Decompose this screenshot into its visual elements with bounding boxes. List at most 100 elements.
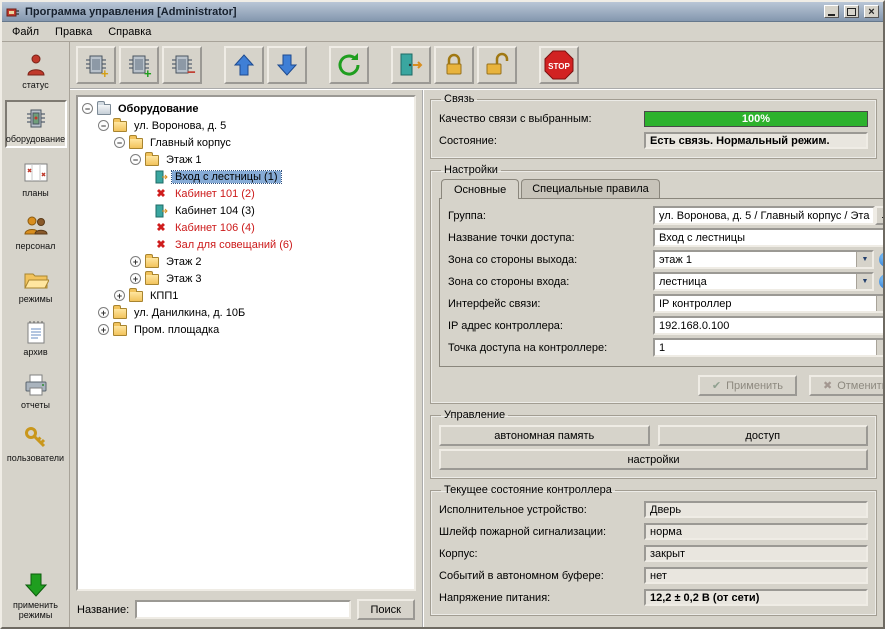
- tree-item[interactable]: Этаж 3: [80, 270, 412, 287]
- tree-expand-handle[interactable]: [114, 290, 125, 301]
- tree-item[interactable]: Пром. площадка: [80, 321, 412, 338]
- title-bar[interactable]: Программа управления [Administrator]: [2, 2, 883, 22]
- refresh-button[interactable]: [329, 46, 369, 84]
- tree-item[interactable]: Оборудование: [80, 100, 412, 117]
- tree-item[interactable]: КПП1: [80, 287, 412, 304]
- tree-item[interactable]: Зал для совещаний (6): [80, 236, 412, 253]
- connection-group: Связь Качество связи с выбранным: 100% С…: [430, 93, 877, 159]
- search-input[interactable]: [135, 600, 350, 619]
- tab-special-rules[interactable]: Специальные правила: [521, 179, 660, 198]
- tree-item[interactable]: ул. Воронова, д. 5: [80, 117, 412, 134]
- folder-icon: [113, 308, 127, 319]
- sidebar-item-label: отчеты: [6, 400, 66, 410]
- restore-button[interactable]: [844, 5, 859, 18]
- tab-main[interactable]: Основные: [441, 179, 519, 199]
- sidebar-item-label: режимы: [6, 294, 66, 304]
- settings-tab-panel: Группа: ул. Воронова, д. 5 / Главный кор…: [439, 198, 883, 367]
- search-button[interactable]: Поиск: [357, 599, 415, 620]
- help-icon[interactable]: [879, 252, 883, 267]
- tree-expand-handle[interactable]: [98, 307, 109, 318]
- lock-button[interactable]: [434, 46, 474, 84]
- controller-point-select[interactable]: 1: [653, 338, 883, 357]
- printer-icon: [21, 371, 51, 399]
- sidebar-item-reports[interactable]: отчеты: [5, 367, 67, 413]
- ip-address-field[interactable]: 192.168.0.100: [653, 316, 883, 335]
- tree-item-selected[interactable]: Вход с лестницы (1): [80, 168, 412, 185]
- tree-collapse-handle[interactable]: [82, 103, 93, 114]
- tree-item-label: КПП1: [147, 290, 181, 302]
- menu-file[interactable]: Файл: [4, 24, 47, 40]
- chevron-down-icon[interactable]: [856, 274, 872, 289]
- help-icon[interactable]: [879, 274, 883, 289]
- sidebar-item-users[interactable]: пользователи: [5, 420, 67, 466]
- sidebar: статус оборудование планы персонал: [2, 42, 70, 627]
- unlock-button[interactable]: [477, 46, 517, 84]
- interface-label: Интерфейс связи:: [448, 298, 653, 310]
- sidebar-item-equipment[interactable]: оборудование: [5, 100, 67, 148]
- door-icon: [154, 204, 168, 218]
- sidebar-item-plans[interactable]: планы: [5, 155, 67, 201]
- state-row-label: Напряжение питания:: [439, 592, 644, 604]
- close-button[interactable]: [864, 5, 879, 18]
- map-icon: [21, 159, 51, 187]
- tree-item[interactable]: Главный корпус: [80, 134, 412, 151]
- toolbar: + + −: [70, 42, 883, 90]
- zone-enter-select[interactable]: лестница: [653, 272, 874, 291]
- tree-item[interactable]: Кабинет 106 (4): [80, 219, 412, 236]
- add-child-button[interactable]: +: [119, 46, 159, 84]
- stop-label: STOP: [548, 62, 570, 71]
- tree-collapse-handle[interactable]: [130, 154, 141, 165]
- access-point-name-field[interactable]: Вход с лестницы: [653, 228, 883, 247]
- tree-collapse-handle[interactable]: [114, 137, 125, 148]
- tree-item-label: Этаж 2: [163, 256, 204, 268]
- folder-icon: [113, 121, 127, 132]
- sidebar-item-status[interactable]: статус: [5, 47, 67, 93]
- group-field[interactable]: ул. Воронова, д. 5 / Главный корпус / Эт…: [653, 206, 875, 225]
- cancel-button[interactable]: Отменить: [809, 375, 883, 396]
- sidebar-item-label: планы: [6, 188, 66, 198]
- tree-item-label: Кабинет 101 (2): [172, 188, 258, 200]
- chevron-down-icon[interactable]: [876, 296, 883, 311]
- move-down-button[interactable]: [267, 46, 307, 84]
- tree-item[interactable]: Этаж 2: [80, 253, 412, 270]
- menu-edit[interactable]: Правка: [47, 24, 100, 40]
- tree-expand-handle[interactable]: [130, 256, 141, 267]
- add-button[interactable]: +: [76, 46, 116, 84]
- connection-group-title: Связь: [441, 93, 477, 105]
- stop-button[interactable]: STOP: [539, 46, 579, 84]
- tree-expand-handle[interactable]: [130, 273, 141, 284]
- chevron-down-icon[interactable]: [876, 340, 883, 355]
- interface-select[interactable]: IP контроллер: [653, 294, 883, 313]
- tree-item-label: Этаж 3: [163, 273, 204, 285]
- state-label: Состояние:: [439, 135, 644, 147]
- sidebar-item-modes[interactable]: режимы: [5, 261, 67, 307]
- sidebar-item-label: применить режимы: [6, 600, 66, 620]
- remove-button[interactable]: −: [162, 46, 202, 84]
- tree-item[interactable]: Кабинет 104 (3): [80, 202, 412, 219]
- zone-exit-select[interactable]: этаж 1: [653, 250, 874, 269]
- settings-button[interactable]: настройки: [439, 449, 868, 470]
- menu-help[interactable]: Справка: [100, 24, 159, 40]
- sidebar-item-archive[interactable]: архив: [5, 314, 67, 360]
- point-label: Точка доступа на контроллере:: [448, 342, 653, 354]
- equipment-tree[interactable]: Оборудование ул. Воронова, д. 5 Главный …: [76, 95, 416, 591]
- door-control-button[interactable]: [391, 46, 431, 84]
- browse-button[interactable]: ...: [875, 206, 883, 225]
- move-up-button[interactable]: [224, 46, 264, 84]
- sidebar-item-personnel[interactable]: персонал: [5, 208, 67, 254]
- chevron-down-icon[interactable]: [856, 252, 872, 267]
- zone-enter-label: Зона со стороны входа:: [448, 276, 653, 288]
- tree-expand-handle[interactable]: [98, 324, 109, 335]
- access-button[interactable]: доступ: [658, 425, 869, 446]
- tree-item[interactable]: Кабинет 101 (2): [80, 185, 412, 202]
- autonomous-memory-button[interactable]: автономная память: [439, 425, 650, 446]
- tree-item[interactable]: ул. Данилкина, д. 10Б: [80, 304, 412, 321]
- sidebar-item-label: статус: [6, 80, 66, 90]
- tree-item-label: Зал для совещаний (6): [172, 239, 296, 251]
- tree-item[interactable]: Этаж 1: [80, 151, 412, 168]
- tree-collapse-handle[interactable]: [98, 120, 109, 131]
- sidebar-item-apply-modes[interactable]: применить режимы: [5, 567, 67, 623]
- link-quality-value: 100%: [742, 113, 770, 125]
- apply-button[interactable]: Применить: [698, 375, 797, 396]
- minimize-button[interactable]: [824, 5, 839, 18]
